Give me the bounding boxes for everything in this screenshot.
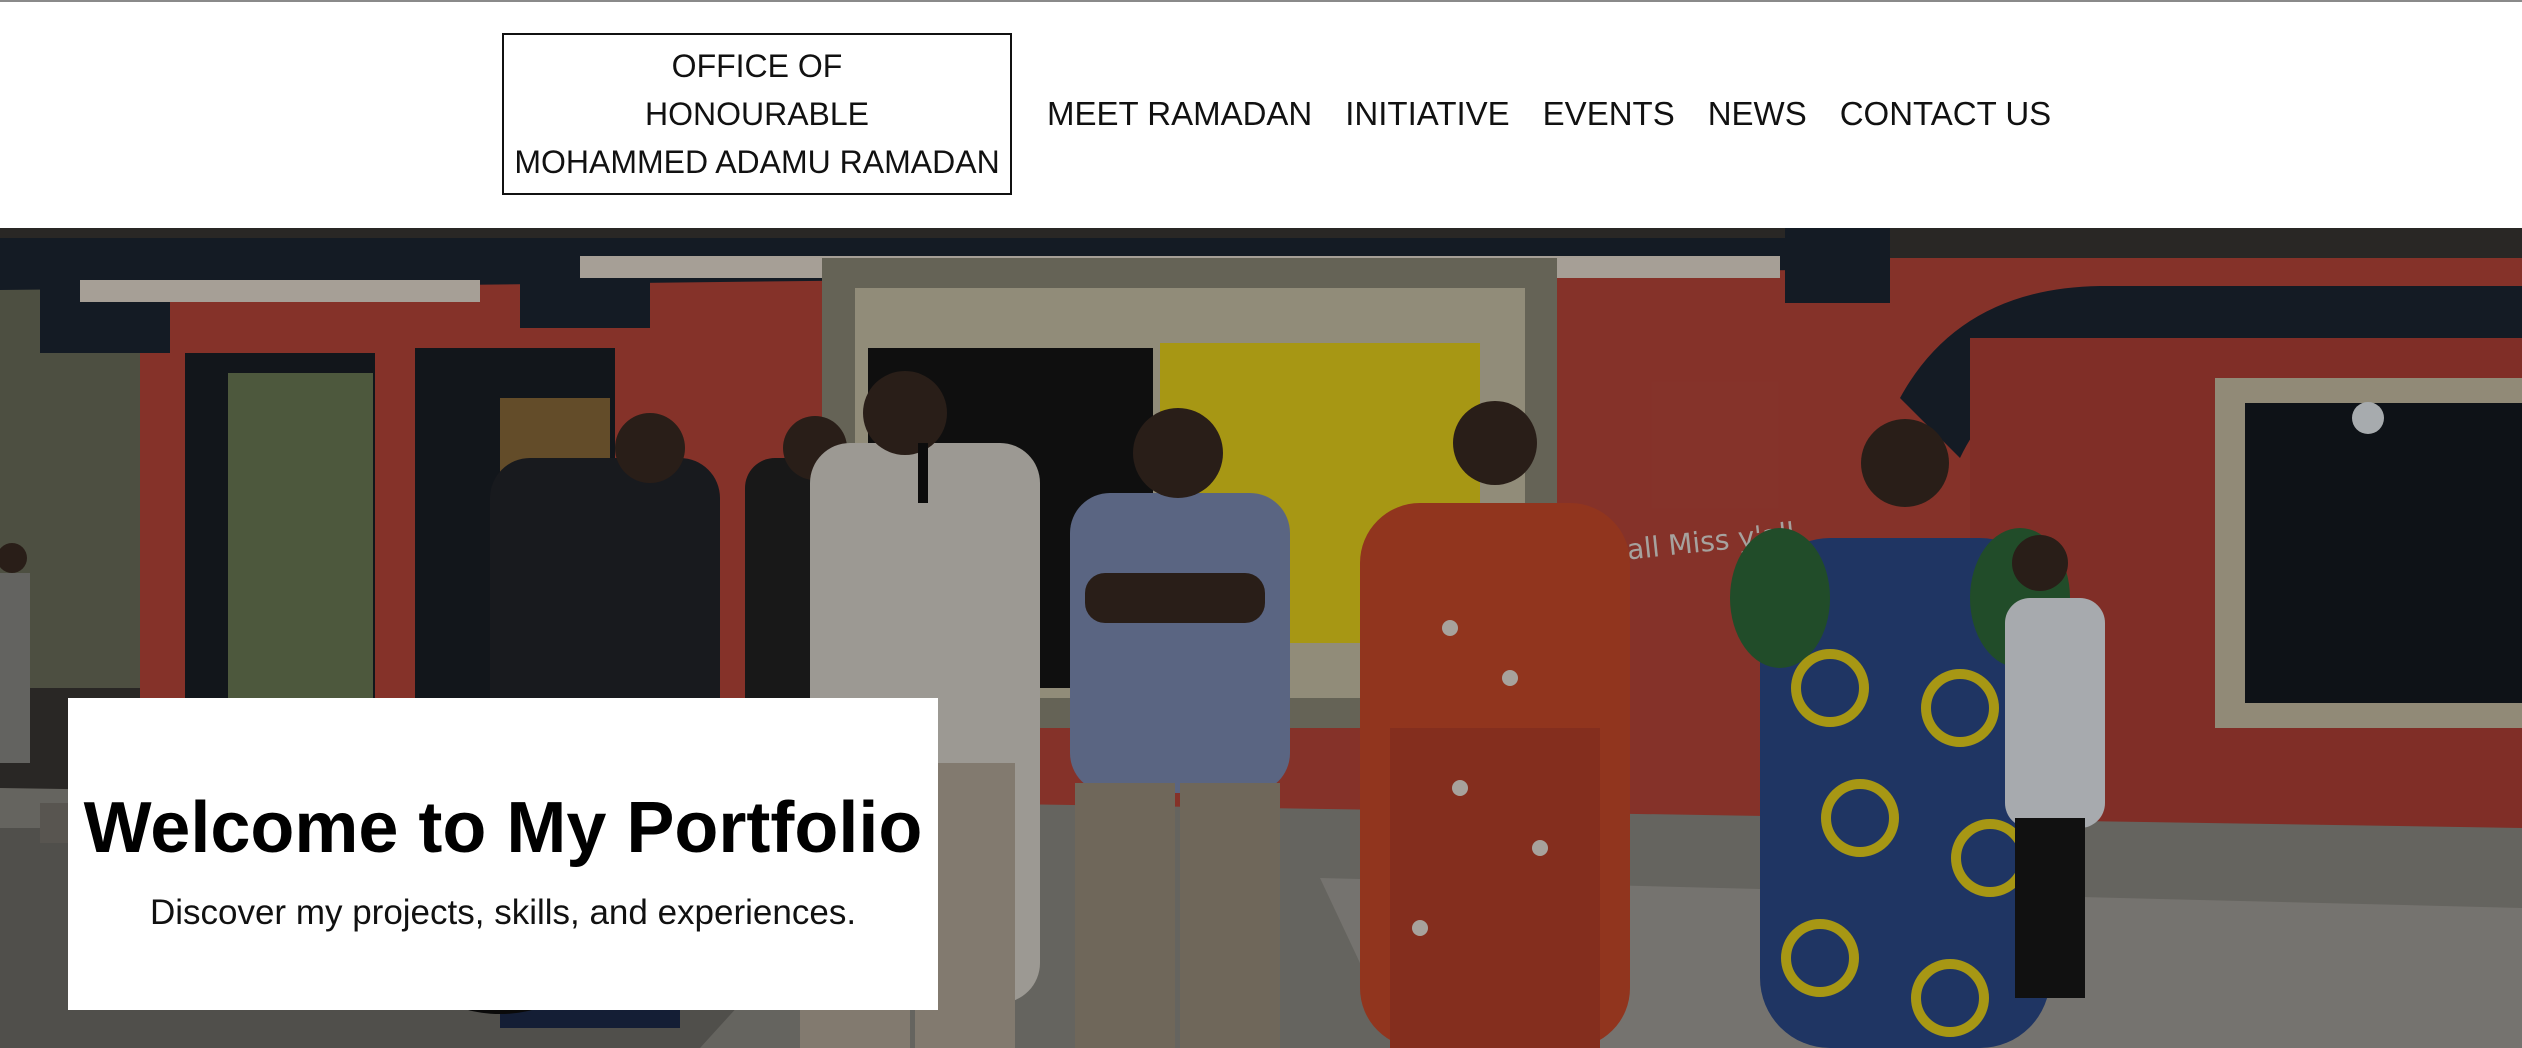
hero-title: Welcome to My Portfolio <box>83 788 923 868</box>
logo-line-2: HONOURABLE <box>644 96 870 132</box>
logo-line-1: OFFICE OF <box>671 48 843 84</box>
nav-initiative[interactable]: INITIATIVE <box>1345 90 1509 138</box>
main-nav: MEET RAMADAN INITIATIVE EVENTS NEWS CONT… <box>1047 90 2084 138</box>
site-header: OFFICE OF HONOURABLE MOHAMMED ADAMU RAMA… <box>0 2 2522 228</box>
nav-events[interactable]: EVENTS <box>1543 90 1675 138</box>
logo-line-3: MOHAMMED ADAMU RAMADAN <box>514 144 1000 180</box>
site-logo[interactable]: OFFICE OF HONOURABLE MOHAMMED ADAMU RAMA… <box>502 33 1012 195</box>
nav-meet-ramadan[interactable]: MEET RAMADAN <box>1047 90 1312 138</box>
hero-banner: chall Miss y'all Welcome to My Portfolio… <box>0 228 2522 1048</box>
welcome-card: Welcome to My Portfolio Discover my proj… <box>68 698 938 1010</box>
nav-contact-us[interactable]: CONTACT US <box>1840 90 2051 138</box>
nav-news[interactable]: NEWS <box>1708 90 1807 138</box>
hero-subtitle: Discover my projects, skills, and experi… <box>149 893 857 932</box>
